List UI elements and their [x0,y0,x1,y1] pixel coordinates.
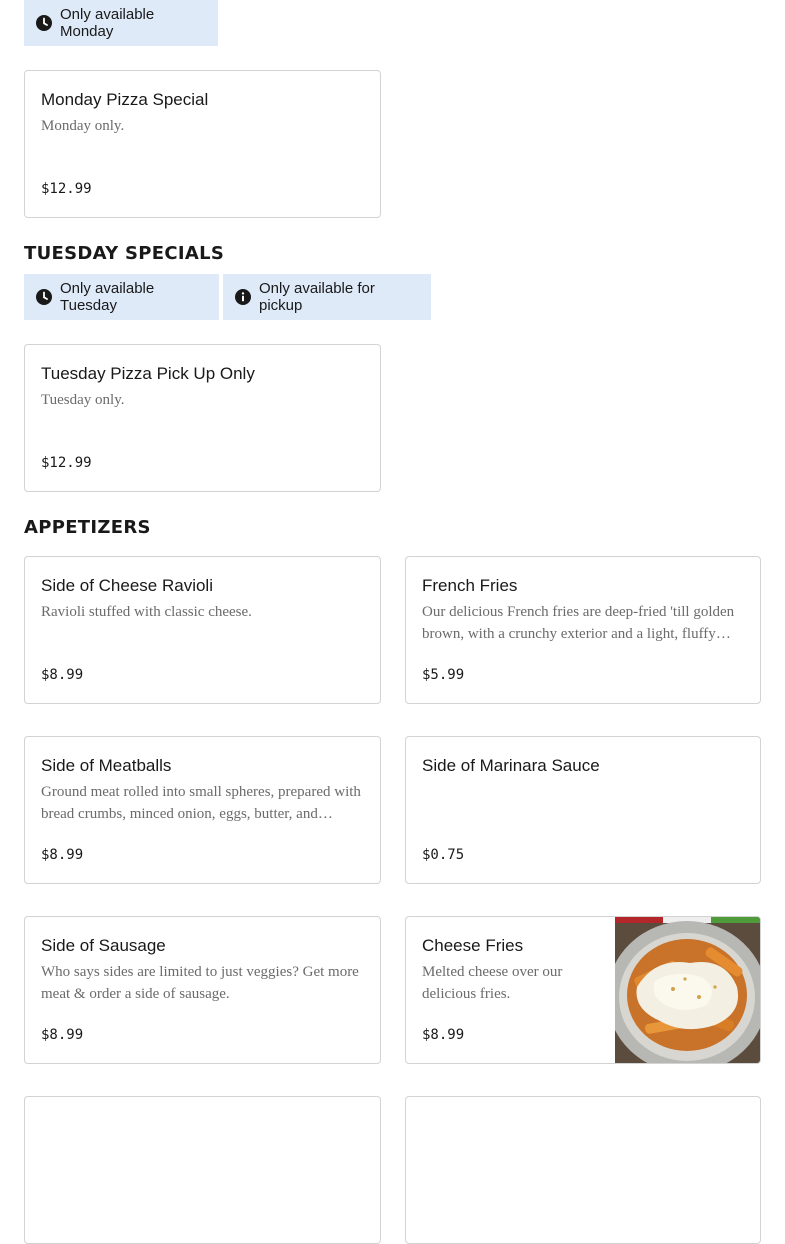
item-description: Melted cheese over our delicious fries. [422,964,563,1002]
item-price: $8.99 [422,1027,465,1043]
menu-item-card[interactable] [24,1096,381,1244]
item-description: Ravioli stuffed with classic cheese. [41,604,252,620]
item-name: Side of Cheese Ravioli [41,576,213,595]
clock-icon [36,15,52,31]
menu-item-card[interactable]: Side of Meatballs Ground meat rolled int… [24,736,381,884]
badge-label: Only available Tuesday [60,280,155,314]
menu-item-card[interactable]: Cheese Fries Melted cheese over our deli… [405,916,761,1064]
item-description: Our delicious French fries are deep-frie… [422,604,735,642]
item-price: $12.99 [41,455,92,471]
item-price: $8.99 [41,1027,84,1043]
menu-item-card[interactable]: Side of Cheese Ravioli Ravioli stuffed w… [24,556,381,704]
pickup-only-badge: Only available for pickup [223,274,431,320]
item-description: Monday only. [41,118,125,134]
item-price: $5.99 [422,667,465,683]
clock-icon [36,289,52,305]
item-name: French Fries [422,576,518,595]
item-name: Cheese Fries [422,936,524,955]
item-name: Tuesday Pizza Pick Up Only [41,364,255,383]
menu-item-card[interactable]: Side of Sausage Who says sides are limit… [24,916,381,1064]
item-name: Side of Marinara Sauce [422,756,600,775]
section-title-tuesday: TUESDAY SPECIALS [24,243,225,264]
menu-item-card[interactable]: Tuesday Pizza Pick Up Only Tuesday only.… [24,344,381,492]
badge-label: Only available for pickup [259,280,375,314]
menu-item-card[interactable]: Monday Pizza Special Monday only. $12.99 [24,70,381,218]
item-description: Who says sides are limited to just veggi… [41,964,359,1002]
item-description: Tuesday only. [41,392,125,408]
item-name: Side of Meatballs [41,756,172,775]
menu-item-card[interactable]: French Fries Our delicious French fries … [405,556,761,704]
availability-badge-tuesday: Only available Tuesday [24,274,219,320]
item-price: $0.75 [422,847,465,863]
item-price: $12.99 [41,181,92,197]
item-price: $8.99 [41,847,84,863]
item-description: Ground meat rolled into small spheres, p… [41,784,361,822]
item-price: $8.99 [41,667,84,683]
availability-badge-monday: Only available Monday [24,0,218,46]
item-name: Side of Sausage [41,936,166,955]
menu-item-card[interactable] [405,1096,761,1244]
menu-item-card[interactable]: Side of Marinara Sauce $0.75 [405,736,761,884]
cheese-fries-photo [615,917,760,1063]
info-icon [235,289,251,305]
badge-label: Only available Monday [60,6,155,40]
item-name: Monday Pizza Special [41,90,209,109]
section-title-appetizers: APPETIZERS [24,517,151,538]
